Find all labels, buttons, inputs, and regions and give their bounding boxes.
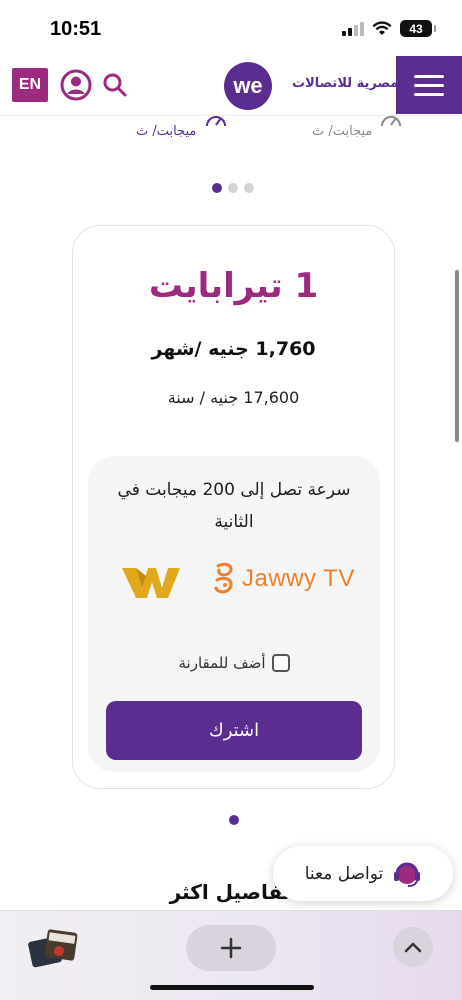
speed-description: سرعة تصل إلى 200 ميجابت في الثانية bbox=[117, 480, 351, 532]
watch-it-logo-icon bbox=[122, 568, 180, 598]
new-tab-button[interactable] bbox=[186, 925, 276, 971]
monthly-price: 1,760 جنيه /شهر bbox=[151, 338, 316, 360]
yearly-price: 17,600 جنيه / سنة bbox=[167, 388, 300, 407]
speedometer-icon bbox=[206, 116, 226, 127]
plan-card: 1 تيرابايت 1,760 جنيه /شهر 17,600 جنيه /… bbox=[72, 225, 395, 789]
headset-icon bbox=[394, 862, 421, 887]
status-bar: 10:51 43 bbox=[0, 0, 462, 54]
speed-unit-right: ميجابت/ ث bbox=[312, 124, 373, 139]
speed-unit-left: ميجابت/ ث bbox=[136, 124, 197, 139]
cellular-signal-icon bbox=[342, 21, 364, 36]
status-icons: 43 bbox=[342, 20, 436, 37]
search-button[interactable] bbox=[102, 72, 128, 98]
jawwy-icon bbox=[214, 562, 233, 594]
browser-toolbar bbox=[0, 910, 462, 1000]
plus-icon bbox=[220, 937, 242, 959]
tabs-thumbnail-icon bbox=[28, 929, 78, 968]
carousel-dot[interactable] bbox=[212, 183, 222, 193]
card-pagination-dot[interactable] bbox=[229, 815, 239, 825]
battery-indicator: 43 bbox=[400, 20, 436, 37]
we-logo[interactable]: we bbox=[224, 62, 272, 110]
brand-name-logo: المصرية للاتصالات bbox=[292, 76, 409, 91]
subscribe-button[interactable]: اشترك bbox=[106, 701, 362, 760]
menu-bar bbox=[414, 92, 444, 96]
jawwy-tv-label: Jawwy TV bbox=[242, 565, 355, 592]
plan-title: 1 تيرابايت bbox=[148, 266, 319, 306]
speedometer-icon bbox=[381, 116, 401, 127]
chevron-up-icon bbox=[404, 942, 422, 953]
contact-us-button[interactable]: تواصل معنا bbox=[273, 846, 453, 901]
user-account-button[interactable] bbox=[60, 69, 92, 101]
compare-checkbox[interactable] bbox=[271, 654, 290, 672]
hamburger-menu-button[interactable] bbox=[396, 56, 462, 114]
speed-row: ميجابت/ ث ميجابت/ ث bbox=[0, 112, 462, 152]
tabs-overview-button[interactable] bbox=[28, 925, 80, 971]
menu-bar bbox=[414, 74, 444, 78]
user-icon bbox=[60, 69, 92, 101]
compare-option[interactable]: أضف للمقارنة bbox=[88, 654, 380, 672]
search-icon bbox=[103, 73, 127, 97]
plan-features-panel: سرعة تصل إلى 200 ميجابت في الثانية Jawwy… bbox=[88, 456, 380, 772]
page-scrollbar[interactable] bbox=[455, 270, 459, 442]
contact-us-label: تواصل معنا bbox=[304, 863, 384, 884]
carousel-dot[interactable] bbox=[228, 183, 238, 193]
carousel-dots bbox=[212, 183, 254, 193]
compare-label: أضف للمقارنة bbox=[178, 654, 266, 672]
menu-bar bbox=[414, 83, 444, 87]
home-indicator bbox=[150, 985, 314, 990]
status-time: 10:51 bbox=[50, 18, 102, 40]
language-toggle-button[interactable]: EN bbox=[12, 68, 48, 102]
wifi-icon bbox=[372, 21, 392, 35]
carousel-dot[interactable] bbox=[244, 183, 254, 193]
site-header: EN we المصرية للاتصالات bbox=[0, 54, 462, 116]
jawwy-tv-logo: Jawwy TV bbox=[212, 562, 355, 596]
expand-toolbar-button[interactable] bbox=[393, 927, 433, 967]
